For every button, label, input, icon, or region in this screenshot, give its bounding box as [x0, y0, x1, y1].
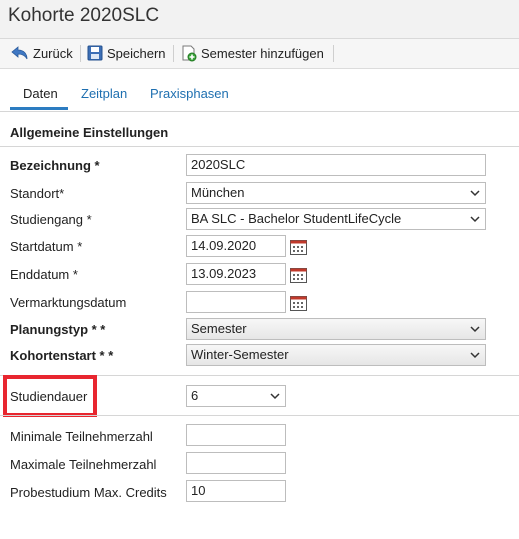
studiendauer-select[interactable]: 6: [186, 385, 286, 407]
enddatum-label: Enddatum *: [10, 267, 78, 282]
max-teilnehmer-input[interactable]: [186, 452, 286, 474]
back-button[interactable]: Zurück: [11, 44, 73, 62]
planungstyp-select[interactable]: Semester: [186, 318, 486, 340]
chevron-down-icon: [470, 216, 480, 223]
standort-value: München: [191, 185, 245, 200]
page-title: Kohorte 2020SLC: [8, 5, 160, 26]
section-title: Allgemeine Einstellungen: [10, 125, 169, 140]
save-button-label: Speichern: [107, 45, 166, 61]
section-divider: [0, 146, 519, 147]
planungstyp-value: Semester: [191, 321, 247, 336]
studiendauer-value: 6: [191, 388, 199, 403]
add-semester-button[interactable]: Semester hinzufügen: [181, 44, 324, 62]
standort-select[interactable]: München: [186, 182, 486, 204]
back-button-label: Zurück: [33, 45, 73, 61]
section-divider: [0, 415, 519, 416]
toolbar: Zurück Speichern Semester hinzufügen: [0, 39, 519, 69]
toolbar-divider: [333, 45, 334, 62]
standort-label: Standort*: [10, 186, 65, 201]
calendar-icon[interactable]: [290, 267, 307, 283]
probestudium-label: Probestudium Max. Credits: [10, 485, 167, 500]
vermarktungsdatum-label: Vermarktungsdatum: [10, 295, 127, 310]
vermarktungsdatum-input[interactable]: [186, 291, 286, 313]
title-bar: Kohorte 2020SLC: [0, 0, 519, 39]
floppy-disk-icon: [87, 45, 103, 61]
studiengang-select[interactable]: BA SLC - Bachelor StudentLifeCycle: [186, 208, 486, 230]
probestudium-input[interactable]: 10: [186, 480, 286, 502]
planungstyp-label: Planungstyp * *: [10, 322, 106, 337]
min-teilnehmer-label: Minimale Teilnehmerzahl: [10, 429, 153, 444]
toolbar-divider: [173, 45, 174, 62]
startdatum-label: Startdatum *: [10, 239, 83, 254]
tab-bar: Daten Zeitplan Praxisphasen: [0, 78, 519, 112]
calendar-icon[interactable]: [290, 295, 307, 311]
tab-daten[interactable]: Daten: [23, 86, 58, 101]
active-tab-indicator: [10, 107, 68, 110]
enddatum-input[interactable]: 13.09.2023: [186, 263, 286, 285]
startdatum-input[interactable]: 14.09.2020: [186, 235, 286, 257]
add-semester-button-label: Semester hinzufügen: [201, 45, 324, 61]
add-document-icon: [182, 45, 197, 61]
chevron-down-icon: [270, 393, 280, 400]
kohortenstart-select[interactable]: Winter-Semester: [186, 344, 486, 366]
toolbar-divider: [80, 45, 81, 62]
kohortenstart-value: Winter-Semester: [191, 347, 289, 362]
studiengang-value: BA SLC - Bachelor StudentLifeCycle: [191, 211, 402, 226]
studiengang-label: Studiengang *: [10, 212, 92, 227]
tab-praxisphasen[interactable]: Praxisphasen: [150, 86, 229, 101]
calendar-icon[interactable]: [290, 239, 307, 255]
max-teilnehmer-label: Maximale Teilnehmerzahl: [10, 457, 157, 472]
chevron-down-icon: [470, 326, 480, 333]
kohortenstart-label: Kohortenstart * *: [10, 348, 114, 363]
tab-zeitplan[interactable]: Zeitplan: [81, 86, 127, 101]
bezeichnung-input[interactable]: 2020SLC: [186, 154, 486, 176]
chevron-down-icon: [470, 190, 480, 197]
back-arrow-icon: [11, 46, 28, 60]
min-teilnehmer-input[interactable]: [186, 424, 286, 446]
bezeichnung-label: Bezeichnung *: [10, 158, 100, 173]
highlight-box: [3, 375, 97, 417]
chevron-down-icon: [470, 352, 480, 359]
save-button[interactable]: Speichern: [87, 44, 166, 62]
